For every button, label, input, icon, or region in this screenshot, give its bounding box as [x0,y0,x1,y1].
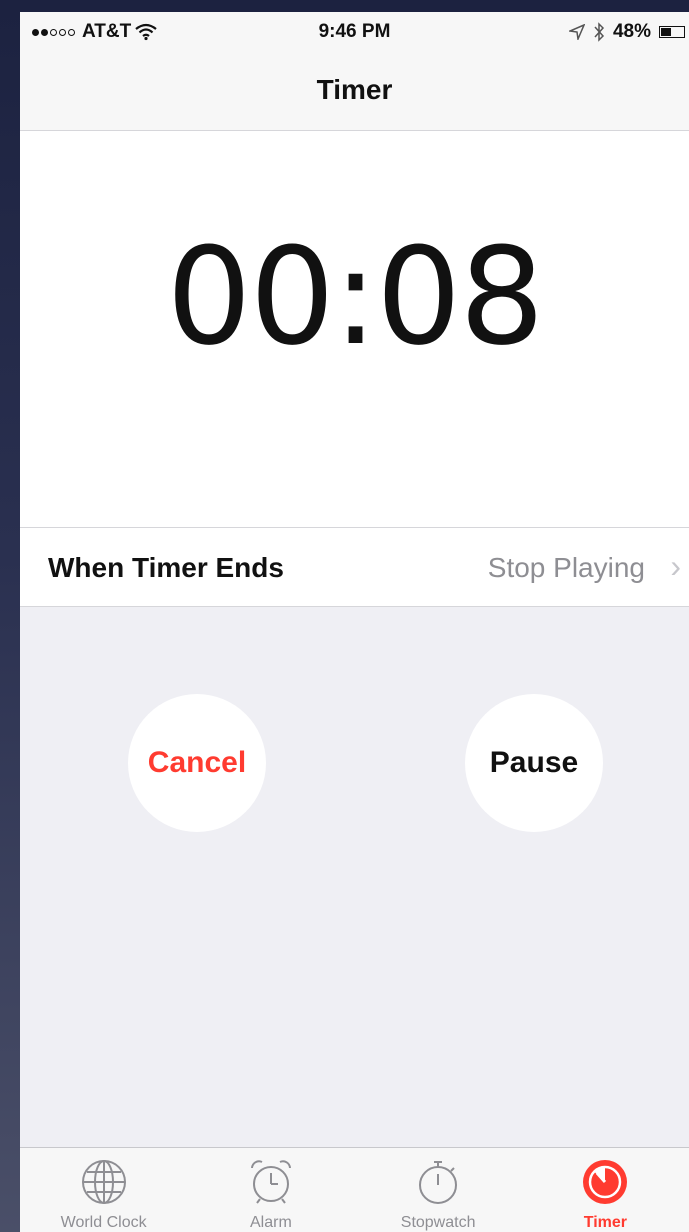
pause-button[interactable]: Pause [465,694,603,832]
chevron-right-icon: › [670,548,681,584]
timer-icon [583,1160,628,1204]
tab-bar: World Clock Alarm Stopwatch Timer [20,1147,689,1232]
tab-label: Stopwatch [400,1214,476,1231]
location-arrow-icon [568,24,585,40]
globe-icon [81,1160,126,1204]
tab-label: Alarm [249,1214,292,1231]
phone-screen: AT&T 9:46 PM 48% Timer 00:08 When Timer … [20,12,689,1232]
status-bar: AT&T 9:46 PM 48% [20,12,689,54]
tab-alarm[interactable]: Alarm [187,1148,354,1232]
tab-world-clock[interactable]: World Clock [20,1148,187,1232]
battery-icon [659,26,685,38]
page-title: Timer [316,74,393,105]
tab-timer[interactable]: Timer [522,1148,689,1232]
tab-label: World Clock [60,1214,147,1231]
alarm-clock-icon [250,1160,291,1204]
tab-label: Timer [583,1214,628,1231]
battery-percent: 48% [612,21,651,42]
tab-stopwatch[interactable]: Stopwatch [355,1148,522,1232]
when-timer-ends-row[interactable]: When Timer Ends Stop Playing › [20,528,689,607]
timer-display-area: 00:08 [20,131,689,528]
when-timer-ends-value: Stop Playing [487,552,645,583]
when-timer-ends-label: When Timer Ends [48,552,284,583]
battery-fill [661,28,672,36]
bluetooth-icon [594,22,604,42]
stopwatch-icon [419,1161,458,1204]
countdown-display: 00:08 [166,219,544,375]
status-right: 48% [568,21,685,43]
navigation-bar: Timer [20,54,689,131]
cancel-button[interactable]: Cancel [128,694,266,832]
